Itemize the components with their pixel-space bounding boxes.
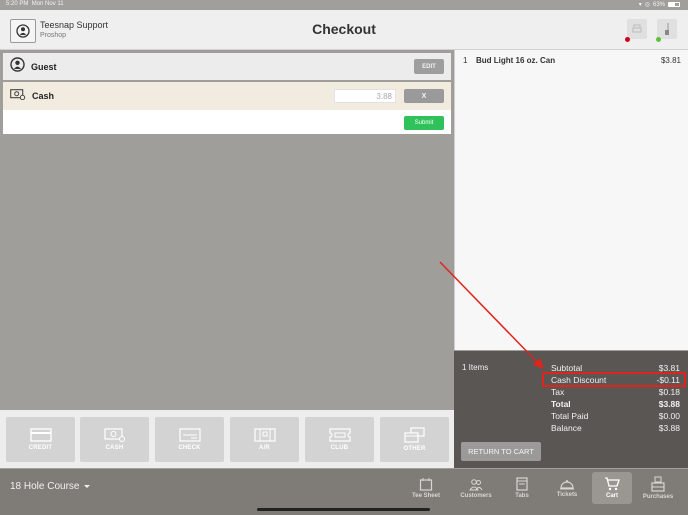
cash-icon (103, 428, 125, 442)
payment-method-label: A/R (259, 445, 270, 451)
summary-row-total: Total $3.88 (551, 399, 680, 410)
tab-label: Customers (460, 493, 492, 499)
payment-method-label: CLUB (330, 445, 349, 451)
tab-tee-sheet[interactable]: Tee Sheet (406, 472, 446, 504)
summary-label: Total (551, 399, 571, 409)
credit-card-icon (29, 428, 52, 442)
printer-icon (632, 24, 642, 33)
summary-value: $0.00 (658, 411, 680, 421)
header: Teesnap Support Proshop Checkout (0, 10, 688, 50)
cash-drawer-button[interactable] (657, 19, 677, 39)
register-icon (651, 476, 665, 492)
status-time: 5:20 PM Mon Nov 11 (6, 1, 64, 7)
tab-label: Purchases (642, 494, 674, 500)
items-count: 1 Items (462, 363, 489, 372)
cash-icon (10, 87, 26, 105)
cart-item[interactable]: 1 Bud Light 16 oz. Can $3.81 (455, 50, 688, 72)
wifi-icon: ▾ (638, 2, 642, 8)
order-summary: 1 Items Subtotal $3.81 Cash Discount -$0… (454, 351, 688, 468)
cart-item-price: $3.81 (660, 56, 681, 65)
ar-book-icon (253, 428, 276, 442)
summary-label: Tax (551, 387, 565, 397)
payment-method-label: Cash (32, 91, 55, 101)
submit-payment-button[interactable]: Submit (404, 116, 444, 130)
course-name: 18 Hole Course (10, 481, 80, 492)
summary-value: $3.88 (658, 423, 680, 433)
printer-button[interactable] (627, 19, 647, 39)
customer-name: Guest (31, 61, 57, 72)
remove-payment-button[interactable]: X (404, 89, 444, 103)
date-text: Mon Nov 11 (31, 1, 64, 7)
chevron-down-icon (84, 485, 91, 488)
printer-status-dot (625, 37, 630, 42)
summary-value: $3.88 (658, 399, 680, 409)
page-title: Checkout (312, 21, 376, 37)
payment-method-cash[interactable]: CASH (80, 417, 149, 462)
tab-customers[interactable]: Customers (454, 472, 498, 504)
payment-method-label: OTHER (403, 446, 426, 452)
customer-row: Guest EDIT (3, 53, 451, 80)
tab-tickets[interactable]: Tickets (550, 472, 584, 504)
payment-method-label: CASH (105, 445, 124, 451)
status-bar: 5:20 PM Mon Nov 11 ▾ ◎ 63% (0, 0, 688, 10)
summary-label: Balance (551, 423, 582, 433)
check-icon (178, 428, 201, 442)
cart-item-name: Bud Light 16 oz. Can (476, 56, 556, 65)
payment-row: Cash X (3, 82, 451, 110)
guest-icon (10, 56, 25, 77)
edit-customer-button[interactable]: EDIT (414, 59, 444, 74)
home-indicator[interactable] (257, 508, 430, 511)
club-ticket-icon (328, 428, 351, 442)
status-right: ▾ ◎ 63% (639, 1, 680, 8)
payment-method-other[interactable]: OTHER (380, 417, 449, 462)
payment-method-label: CREDIT (28, 445, 53, 451)
tab-tabs[interactable]: Tabs (508, 472, 536, 504)
summary-row-tax: Tax $0.18 (551, 387, 680, 398)
tab-label: Cart (605, 493, 618, 499)
tab-label: Tee Sheet (412, 493, 440, 499)
tabs-icon (516, 477, 528, 491)
payment-panel: Cash X Submit (3, 82, 451, 134)
cart-item-qty: 1 (463, 56, 468, 65)
tab-label: Tabs (515, 493, 529, 499)
tab-label: Tickets (556, 492, 578, 498)
time-text: 5:20 PM (6, 1, 29, 7)
cash-discount-highlight-box (542, 372, 686, 387)
battery-percent: 63% (652, 1, 665, 8)
cart-icon (605, 477, 620, 491)
cash-drawer-status-dot (656, 37, 661, 42)
bottom-tab-bar: 18 Hole Course Tee Sheet Customers Tabs … (0, 469, 688, 515)
payment-method-check[interactable]: CHECK (155, 417, 224, 462)
payment-method-credit[interactable]: CREDIT (6, 417, 75, 462)
summary-row-balance: Balance $3.88 (551, 423, 680, 434)
summary-label: Total Paid (551, 411, 589, 421)
tab-cart[interactable]: Cart (592, 472, 632, 504)
bell-icon (560, 480, 574, 490)
location-icon: ◎ (644, 2, 650, 8)
other-cards-icon (403, 427, 425, 443)
return-to-cart-button[interactable]: RETURN TO CART (461, 442, 541, 461)
cart-list: 1 Bud Light 16 oz. Can $3.81 (454, 50, 688, 350)
payment-methods-bar: CREDIT CASH CHECK A/R CLUB OTHER (0, 410, 454, 468)
battery-icon (668, 2, 680, 7)
calendar-icon (419, 478, 433, 491)
payment-method-club[interactable]: CLUB (305, 417, 374, 462)
cash-drawer-icon (665, 23, 669, 35)
payment-method-ar[interactable]: A/R (230, 417, 299, 462)
payment-method-label: CHECK (178, 445, 201, 451)
course-selector[interactable]: 18 Hole Course (10, 481, 91, 492)
payment-amount-input[interactable] (334, 89, 396, 103)
summary-value: $0.18 (658, 387, 680, 397)
tab-purchases[interactable]: Purchases (638, 472, 678, 504)
customers-icon (469, 479, 483, 491)
summary-row-total-paid: Total Paid $0.00 (551, 411, 680, 422)
